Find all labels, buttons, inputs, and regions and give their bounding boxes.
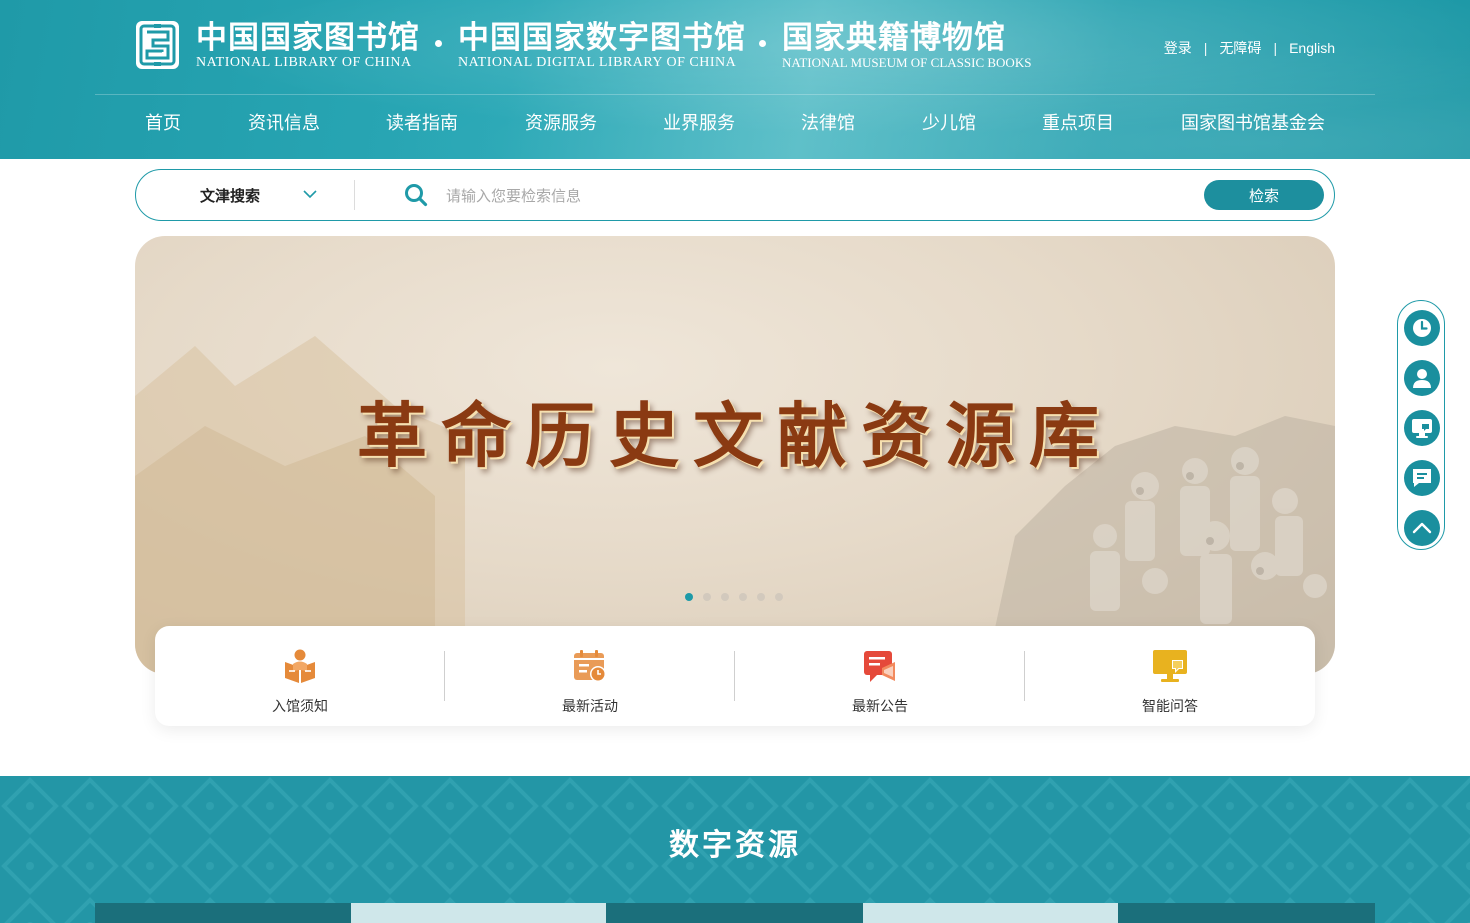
carousel-dots (685, 593, 783, 601)
nav-item-key-projects[interactable]: 重点项目 (1042, 112, 1114, 136)
resource-tile[interactable] (863, 903, 1118, 923)
computer-icon (1412, 419, 1432, 438)
site-header: 中国国家图书馆 NATIONAL LIBRARY OF CHINA 中国国家数字… (0, 0, 1470, 159)
resource-tile[interactable] (1118, 903, 1375, 923)
search-type-select[interactable]: 文津搜索 (200, 185, 260, 206)
search-input[interactable] (446, 182, 1186, 210)
nav-item-industry-services[interactable]: 业界服务 (663, 112, 735, 136)
brand-separator-dot (759, 40, 766, 47)
brand-en: NATIONAL DIGITAL LIBRARY OF CHINA (458, 55, 737, 70)
quick-link-label: 最新公告 (852, 699, 908, 715)
carousel-dot[interactable] (775, 593, 783, 601)
carousel-dot[interactable] (685, 593, 693, 601)
brand-digital-library[interactable]: 中国国家数字图书馆 NATIONAL DIGITAL LIBRARY OF CH… (458, 20, 746, 70)
resource-tile[interactable] (95, 903, 351, 923)
monitor-chat-icon (1153, 650, 1187, 682)
brand-separator-dot (435, 40, 442, 47)
search-button[interactable]: 检索 (1204, 180, 1324, 210)
clock-icon (1413, 319, 1431, 337)
link-separator: | (1203, 40, 1208, 56)
nav-item-children-library[interactable]: 少儿馆 (922, 112, 976, 136)
banner-carousel[interactable]: 革命历史文献资源库 (135, 236, 1335, 674)
announcement-icon (864, 651, 895, 682)
brand-national-library[interactable]: 中国国家图书馆 NATIONAL LIBRARY OF CHINA (196, 20, 420, 70)
english-link[interactable]: English (1289, 40, 1335, 56)
carousel-dot[interactable] (739, 593, 747, 601)
carousel-dot[interactable] (703, 593, 711, 601)
quick-link-label: 最新活动 (562, 699, 618, 715)
side-toolbar (1397, 300, 1445, 550)
calendar-clock-icon (574, 650, 606, 682)
brand-cn: 中国国家图书馆 (196, 20, 420, 56)
nav-item-news[interactable]: 资讯信息 (248, 112, 320, 136)
accessibility-link[interactable]: 无障碍 (1219, 38, 1261, 58)
quick-link-latest-announcements[interactable]: 最新公告 (735, 626, 1025, 726)
back-to-top-icon (1412, 522, 1432, 534)
chevron-down-icon[interactable] (302, 186, 318, 202)
carousel-dot[interactable] (757, 593, 765, 601)
side-user-button[interactable] (1404, 360, 1440, 396)
side-message-button[interactable] (1404, 460, 1440, 496)
brand-cn: 国家典籍博物馆 (782, 20, 1006, 56)
library-logo-icon[interactable] (135, 20, 180, 70)
brand-classic-books-museum[interactable]: 国家典籍博物馆 NATIONAL MUSEUM OF CLASSIC BOOKS (782, 20, 1031, 70)
side-computer-button[interactable] (1404, 410, 1440, 446)
link-separator: | (1273, 40, 1278, 56)
carousel-dot[interactable] (721, 593, 729, 601)
section-title: 数字资源 (669, 828, 801, 863)
top-links: 登录 | 无障碍 | English (1164, 38, 1335, 58)
quick-link-latest-events[interactable]: 最新活动 (445, 626, 735, 726)
quick-link-label: 智能问答 (1142, 699, 1198, 715)
quick-link-entry-notice[interactable]: 入馆须知 (155, 626, 445, 726)
digital-resources-section: 数字资源 (0, 776, 1470, 923)
nav-item-law-library[interactable]: 法律馆 (801, 112, 855, 136)
search-divider (354, 180, 355, 210)
user-icon (1413, 369, 1431, 388)
quick-link-smart-qa[interactable]: 智能问答 (1025, 626, 1315, 726)
search-icon (405, 184, 428, 207)
message-icon (1413, 469, 1431, 487)
reading-person-icon (285, 649, 315, 683)
main-nav: 首页 资讯信息 读者指南 资源服务 业界服务 法律馆 少儿馆 重点项目 国家图书… (0, 94, 1470, 159)
brand-en: NATIONAL LIBRARY OF CHINA (196, 55, 412, 70)
brand-en: NATIONAL MUSEUM OF CLASSIC BOOKS (782, 55, 1032, 70)
side-clock-button[interactable] (1404, 310, 1440, 346)
search-bar: 文津搜索 检索 (135, 169, 1335, 221)
side-back-to-top-button[interactable] (1404, 510, 1440, 546)
brand-cn: 中国国家数字图书馆 (458, 20, 746, 56)
resource-tile[interactable] (606, 903, 863, 923)
banner-title[interactable]: 革命历史文献资源库 (135, 380, 1335, 481)
nav-item-reader-guide[interactable]: 读者指南 (386, 112, 458, 136)
resource-tile[interactable] (351, 903, 606, 923)
nav-item-home[interactable]: 首页 (145, 112, 181, 136)
login-link[interactable]: 登录 (1164, 38, 1192, 58)
nav-item-resource-services[interactable]: 资源服务 (525, 112, 597, 136)
quick-links-panel: 入馆须知 最新活动 最新公告 智能问答 (155, 626, 1315, 726)
nav-item-foundation[interactable]: 国家图书馆基金会 (1181, 112, 1325, 136)
quick-link-label: 入馆须知 (272, 699, 328, 715)
